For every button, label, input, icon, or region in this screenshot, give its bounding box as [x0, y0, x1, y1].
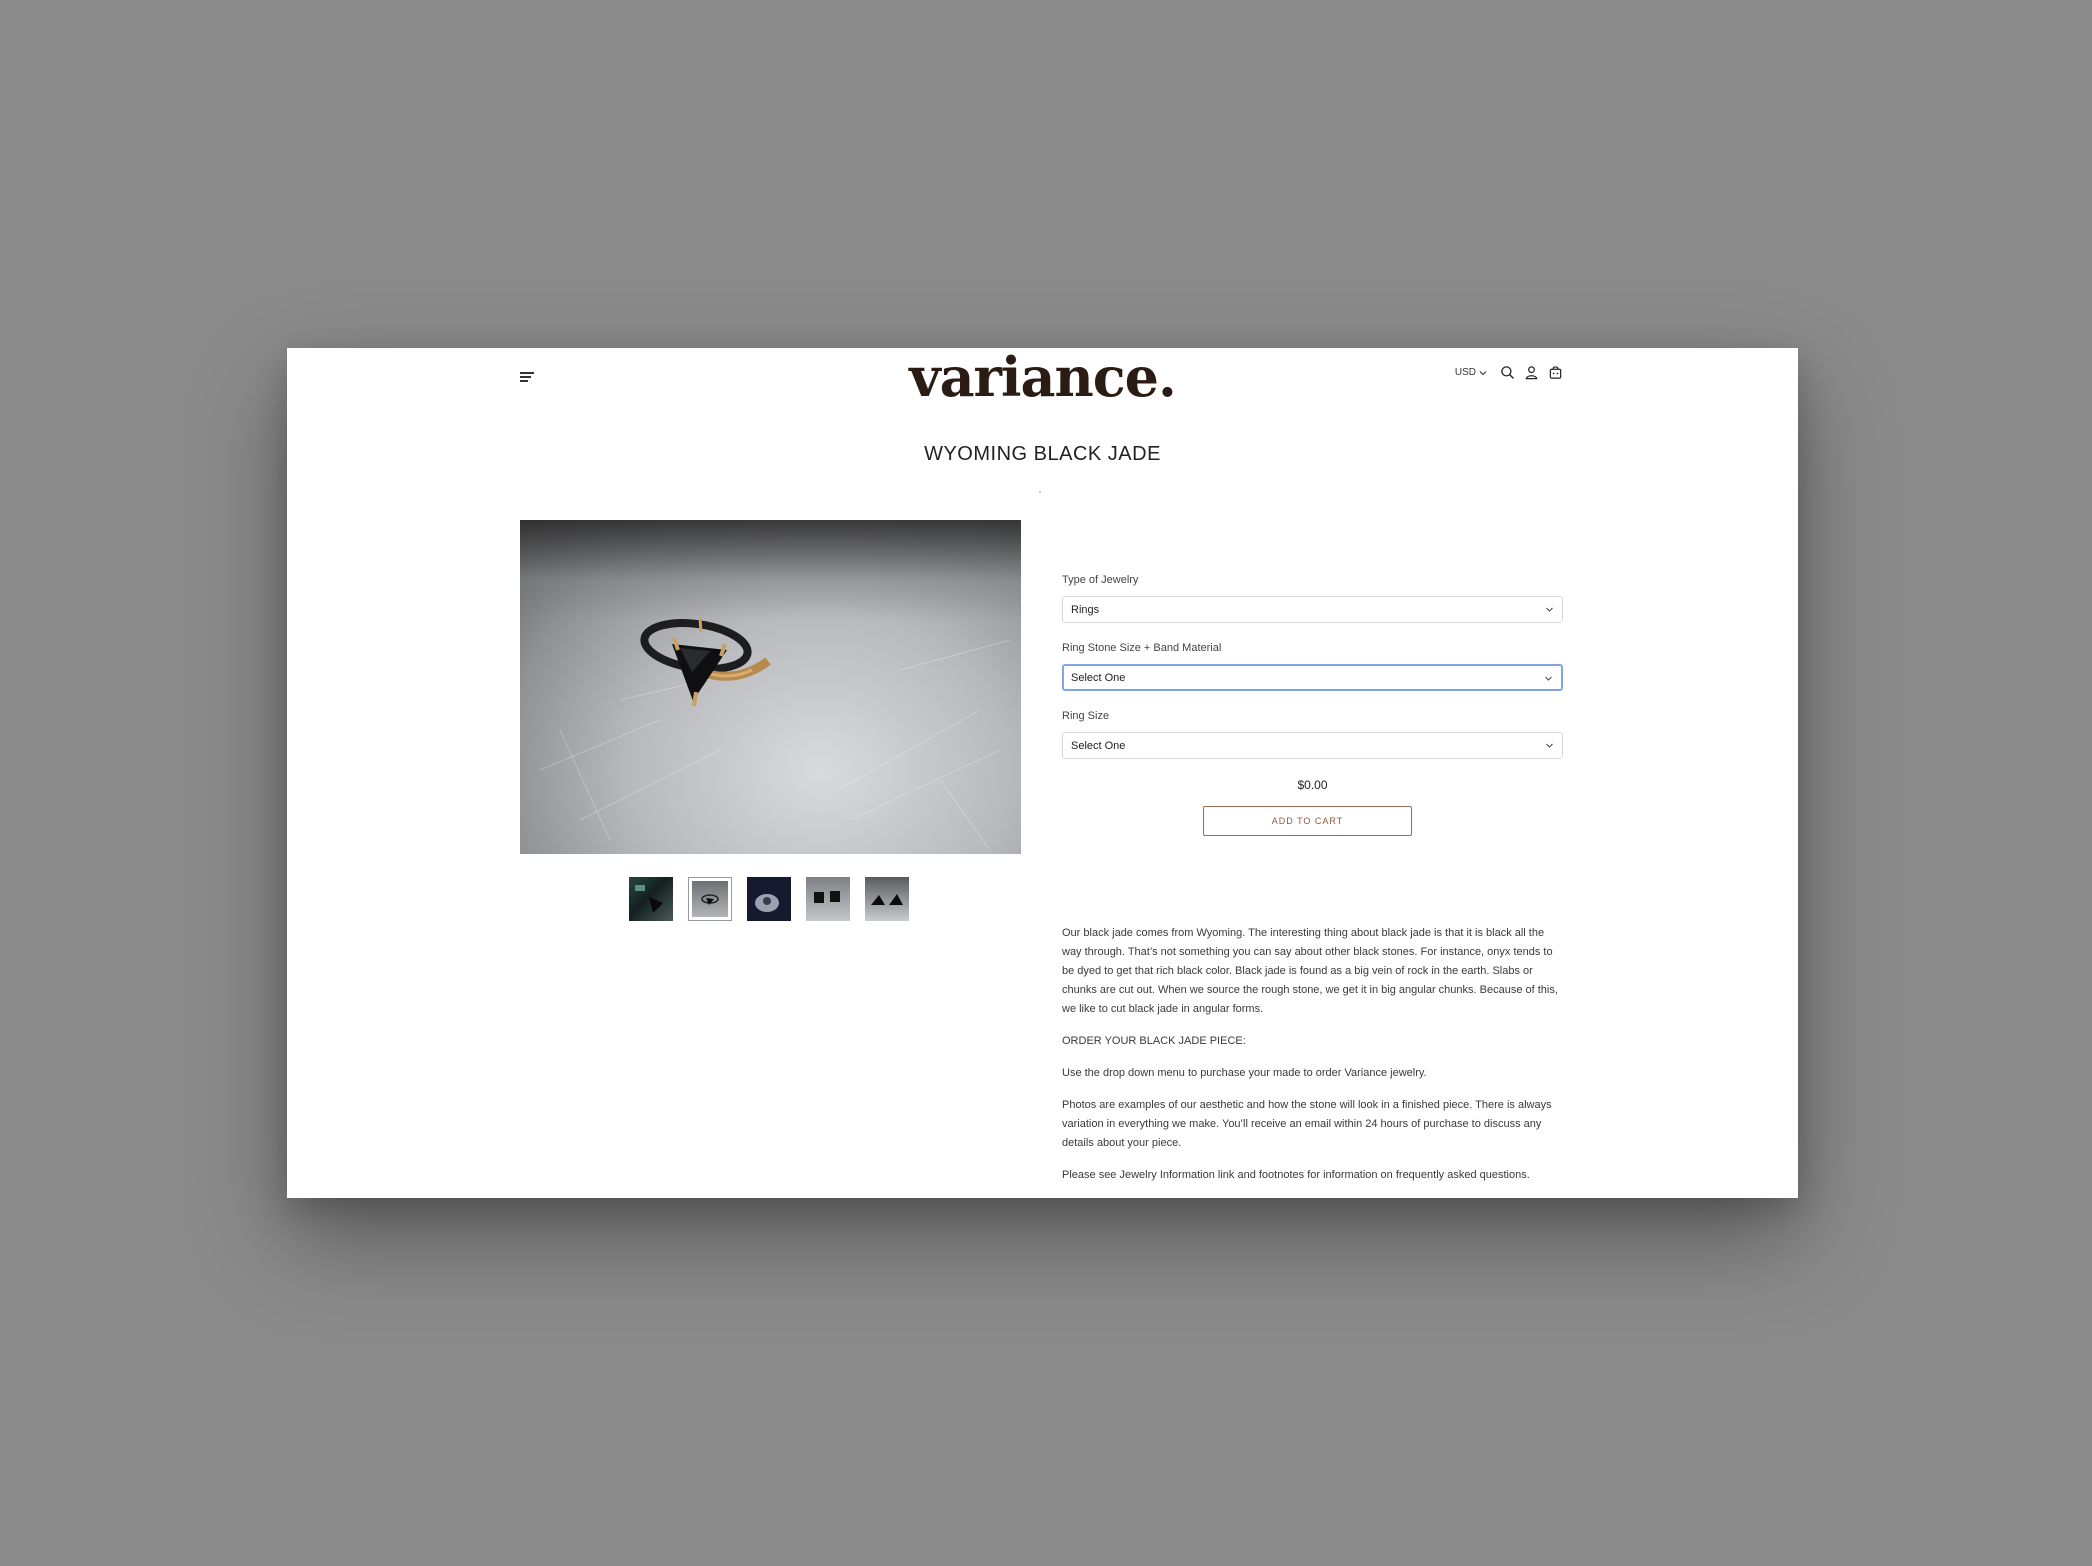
product-description: Our black jade comes from Wyoming. The i…: [1062, 924, 1563, 1198]
product-title: WYOMING BLACK JADE: [924, 443, 1161, 465]
thumbnail-2[interactable]: [688, 877, 732, 921]
header-actions: USD: [1455, 365, 1563, 380]
chevron-down-icon: [1546, 607, 1553, 612]
add-to-cart-button[interactable]: ADD TO CART: [1203, 806, 1412, 836]
stone-size-select[interactable]: Select One: [1062, 664, 1563, 691]
ring-size-select[interactable]: Select One: [1062, 732, 1563, 759]
thumbnail-5[interactable]: [865, 877, 909, 921]
account-icon[interactable]: [1524, 365, 1539, 380]
product-main-image[interactable]: [520, 520, 1021, 854]
jewelry-type-value: Rings: [1071, 604, 1100, 616]
site-logo[interactable]: variance.: [287, 348, 1798, 404]
currency-label: USD: [1454, 367, 1476, 378]
description-paragraph: Photos are examples of our aesthetic and…: [1062, 1099, 1552, 1149]
thumbnail-3[interactable]: [747, 877, 791, 921]
product-price: $0.00: [1297, 778, 1328, 792]
product-thumbnails: [629, 877, 909, 921]
chevron-down-icon: [1546, 743, 1553, 748]
product-options-form: Type of Jewelry Rings Ring Stone Size + …: [1062, 574, 1563, 836]
ring-size-value: Select One: [1071, 740, 1126, 752]
description-paragraph: Please see Jewelry Information link and …: [1062, 1169, 1530, 1181]
chevron-down-icon: [1545, 676, 1552, 681]
thumbnail-4[interactable]: [806, 877, 850, 921]
jewelry-type-select[interactable]: Rings: [1062, 596, 1563, 623]
search-icon[interactable]: [1500, 365, 1515, 380]
currency-selector[interactable]: USD: [1455, 367, 1487, 378]
description-heading: ORDER YOUR BLACK JADE PIECE:: [1062, 1035, 1246, 1047]
cart-icon[interactable]: [1548, 365, 1563, 380]
stone-size-value: Select One: [1071, 672, 1126, 684]
ring-size-label: Ring Size: [1062, 710, 1110, 722]
browser-window: variance. USD WYOMING BLACK JADE Type of…: [287, 348, 1798, 1198]
jewelry-type-label: Type of Jewelry: [1062, 574, 1139, 586]
divider-dot: [1039, 491, 1041, 493]
chevron-down-icon: [1479, 370, 1487, 375]
stone-size-label: Ring Stone Size + Band Material: [1062, 642, 1222, 654]
thumbnail-1[interactable]: [629, 877, 673, 921]
description-paragraph: Use the drop down menu to purchase your …: [1062, 1067, 1427, 1079]
description-paragraph: Our black jade comes from Wyoming. The i…: [1062, 927, 1558, 1015]
